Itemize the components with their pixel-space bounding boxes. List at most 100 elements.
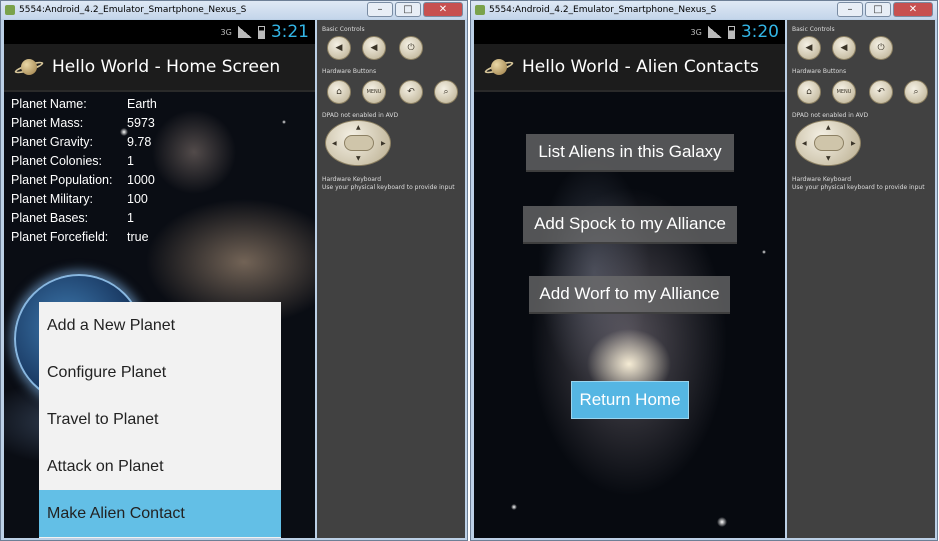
stat-value: true: [127, 229, 149, 244]
add-spock-button[interactable]: Add Spock to my Alliance: [523, 206, 737, 244]
stat-label: Planet Mass:: [11, 115, 84, 130]
dpad-left-icon[interactable]: ◀: [332, 140, 337, 147]
app-title: Hello World - Alien Contacts: [522, 57, 759, 77]
dpad-center-button[interactable]: [814, 135, 844, 151]
stat-label: Planet Military:: [11, 191, 93, 206]
keyboard-note: Use your physical keyboard to provide in…: [792, 184, 925, 191]
dpad-note: DPAD not enabled in AVD: [792, 112, 869, 119]
action-bar: Hello World - Alien Contacts: [474, 44, 785, 92]
stat-row: Planet Forcefield: true: [11, 227, 157, 246]
options-menu: Add a New Planet Configure Planet Travel…: [39, 302, 281, 538]
dpad-right-icon[interactable]: ▶: [381, 140, 386, 147]
stat-value: 100: [127, 191, 148, 206]
phone-screen: 3G 3:21 Hello World - Home Screen Planet…: [4, 20, 315, 538]
stat-value: 9.78: [127, 134, 152, 149]
action-bar: Hello World - Home Screen: [4, 44, 315, 92]
menu-item-make-alien-contact[interactable]: Make Alien Contact: [39, 490, 281, 537]
power-icon[interactable]: ⏻: [399, 36, 423, 60]
menu-item-travel-to-planet[interactable]: Travel to Planet: [39, 396, 281, 443]
minimize-button[interactable]: –: [367, 2, 393, 17]
dpad-left-icon[interactable]: ◀: [802, 140, 807, 147]
stat-row: Planet Name: Earth: [11, 94, 157, 113]
menu-item-attack-on-planet[interactable]: Attack on Planet: [39, 443, 281, 490]
basic-controls-label: Basic Controls: [322, 26, 365, 33]
network-type: 3G: [690, 27, 702, 37]
dpad-note: DPAD not enabled in AVD: [322, 112, 399, 119]
status-bar: 3G 3:21: [4, 20, 315, 44]
return-home-button[interactable]: Return Home: [571, 381, 689, 419]
emulator-controls-panel: Basic Controls ◀ ◀ ⏻ Hardware Buttons ⌂ …: [787, 20, 935, 538]
emulator-app-icon: [5, 5, 15, 15]
power-icon[interactable]: ⏻: [869, 36, 893, 60]
stat-value: Earth: [127, 96, 157, 111]
stat-label: Planet Population:: [11, 172, 113, 187]
search-icon[interactable]: ⌕: [434, 80, 458, 104]
stat-label: Planet Colonies:: [11, 153, 103, 168]
stat-label: Planet Bases:: [11, 210, 89, 225]
dpad-up-icon[interactable]: ▲: [826, 124, 831, 131]
stat-row: Planet Colonies: 1: [11, 151, 157, 170]
battery-icon: [257, 25, 265, 39]
stat-value: 1: [127, 153, 134, 168]
dpad-center-button[interactable]: [344, 135, 374, 151]
back-icon[interactable]: ↶: [869, 80, 893, 104]
status-clock: 3:20: [740, 22, 779, 42]
phone-screen: 3G 3:20 Hello World - Alien Contacts Lis…: [474, 20, 785, 538]
window-titlebar[interactable]: 5554:Android_4.2_Emulator_Smartphone_Nex…: [471, 1, 937, 19]
window-title: 5554:Android_4.2_Emulator_Smartphone_Nex…: [489, 5, 717, 15]
search-icon[interactable]: ⌕: [904, 80, 928, 104]
minimize-button[interactable]: –: [837, 2, 863, 17]
app-title: Hello World - Home Screen: [52, 57, 281, 77]
emulator-app-icon: [475, 5, 485, 15]
list-aliens-button[interactable]: List Aliens in this Galaxy: [526, 134, 734, 172]
status-bar: 3G 3:20: [474, 20, 785, 44]
stat-row: Planet Bases: 1: [11, 208, 157, 227]
dpad-control[interactable]: ▲ ▼ ◀ ▶: [795, 120, 861, 166]
stat-row: Planet Gravity: 9.78: [11, 132, 157, 151]
dpad-control[interactable]: ▲ ▼ ◀ ▶: [325, 120, 391, 166]
emulator-window-left: 5554:Android_4.2_Emulator_Smartphone_Nex…: [0, 0, 468, 541]
stat-label: Planet Name:: [11, 96, 87, 111]
stat-value: 1000: [127, 172, 155, 187]
battery-icon: [727, 25, 735, 39]
menu-item-configure-planet[interactable]: Configure Planet: [39, 349, 281, 396]
back-icon[interactable]: ↶: [399, 80, 423, 104]
volume-up-icon[interactable]: ◀: [362, 36, 386, 60]
hardware-buttons-label: Hardware Buttons: [792, 68, 847, 75]
volume-down-icon[interactable]: ◀: [327, 36, 351, 60]
stat-row: Planet Population: 1000: [11, 170, 157, 189]
add-worf-button[interactable]: Add Worf to my Alliance: [529, 276, 730, 314]
window-title: 5554:Android_4.2_Emulator_Smartphone_Nex…: [19, 5, 247, 15]
hardware-keyboard-label: Hardware Keyboard: [792, 176, 852, 183]
dpad-right-icon[interactable]: ▶: [851, 140, 856, 147]
menu-item-add-planet[interactable]: Add a New Planet: [39, 302, 281, 349]
hardware-keyboard-label: Hardware Keyboard: [322, 176, 382, 183]
stat-value: 1: [127, 210, 134, 225]
status-clock: 3:21: [270, 22, 309, 42]
close-button[interactable]: ✕: [423, 2, 463, 17]
planet-stats: Planet Name: Earth Planet Mass: 5973 Plane…: [11, 94, 157, 246]
maximize-button[interactable]: □: [865, 2, 891, 17]
home-icon[interactable]: ⌂: [797, 80, 821, 104]
maximize-button[interactable]: □: [395, 2, 421, 17]
stat-row: Planet Mass: 5973: [11, 113, 157, 132]
home-icon[interactable]: ⌂: [327, 80, 351, 104]
emulator-window-right: 5554:Android_4.2_Emulator_Smartphone_Nex…: [470, 0, 938, 541]
volume-up-icon[interactable]: ◀: [832, 36, 856, 60]
network-type: 3G: [220, 27, 232, 37]
keyboard-note: Use your physical keyboard to provide in…: [322, 184, 455, 191]
menu-key-button[interactable]: MENU: [832, 80, 856, 104]
stat-value: 5973: [127, 115, 155, 130]
dpad-down-icon[interactable]: ▼: [356, 155, 361, 162]
dpad-down-icon[interactable]: ▼: [826, 155, 831, 162]
basic-controls-label: Basic Controls: [792, 26, 835, 33]
close-button[interactable]: ✕: [893, 2, 933, 17]
dpad-up-icon[interactable]: ▲: [356, 124, 361, 131]
emulator-controls-panel: Basic Controls ◀ ◀ ⏻ Hardware Buttons ⌂ …: [317, 20, 465, 538]
window-titlebar[interactable]: 5554:Android_4.2_Emulator_Smartphone_Nex…: [1, 1, 467, 19]
volume-down-icon[interactable]: ◀: [797, 36, 821, 60]
stat-row: Planet Military: 100: [11, 189, 157, 208]
planet-icon[interactable]: [483, 56, 515, 78]
planet-icon[interactable]: [13, 56, 45, 78]
menu-key-button[interactable]: MENU: [362, 80, 386, 104]
